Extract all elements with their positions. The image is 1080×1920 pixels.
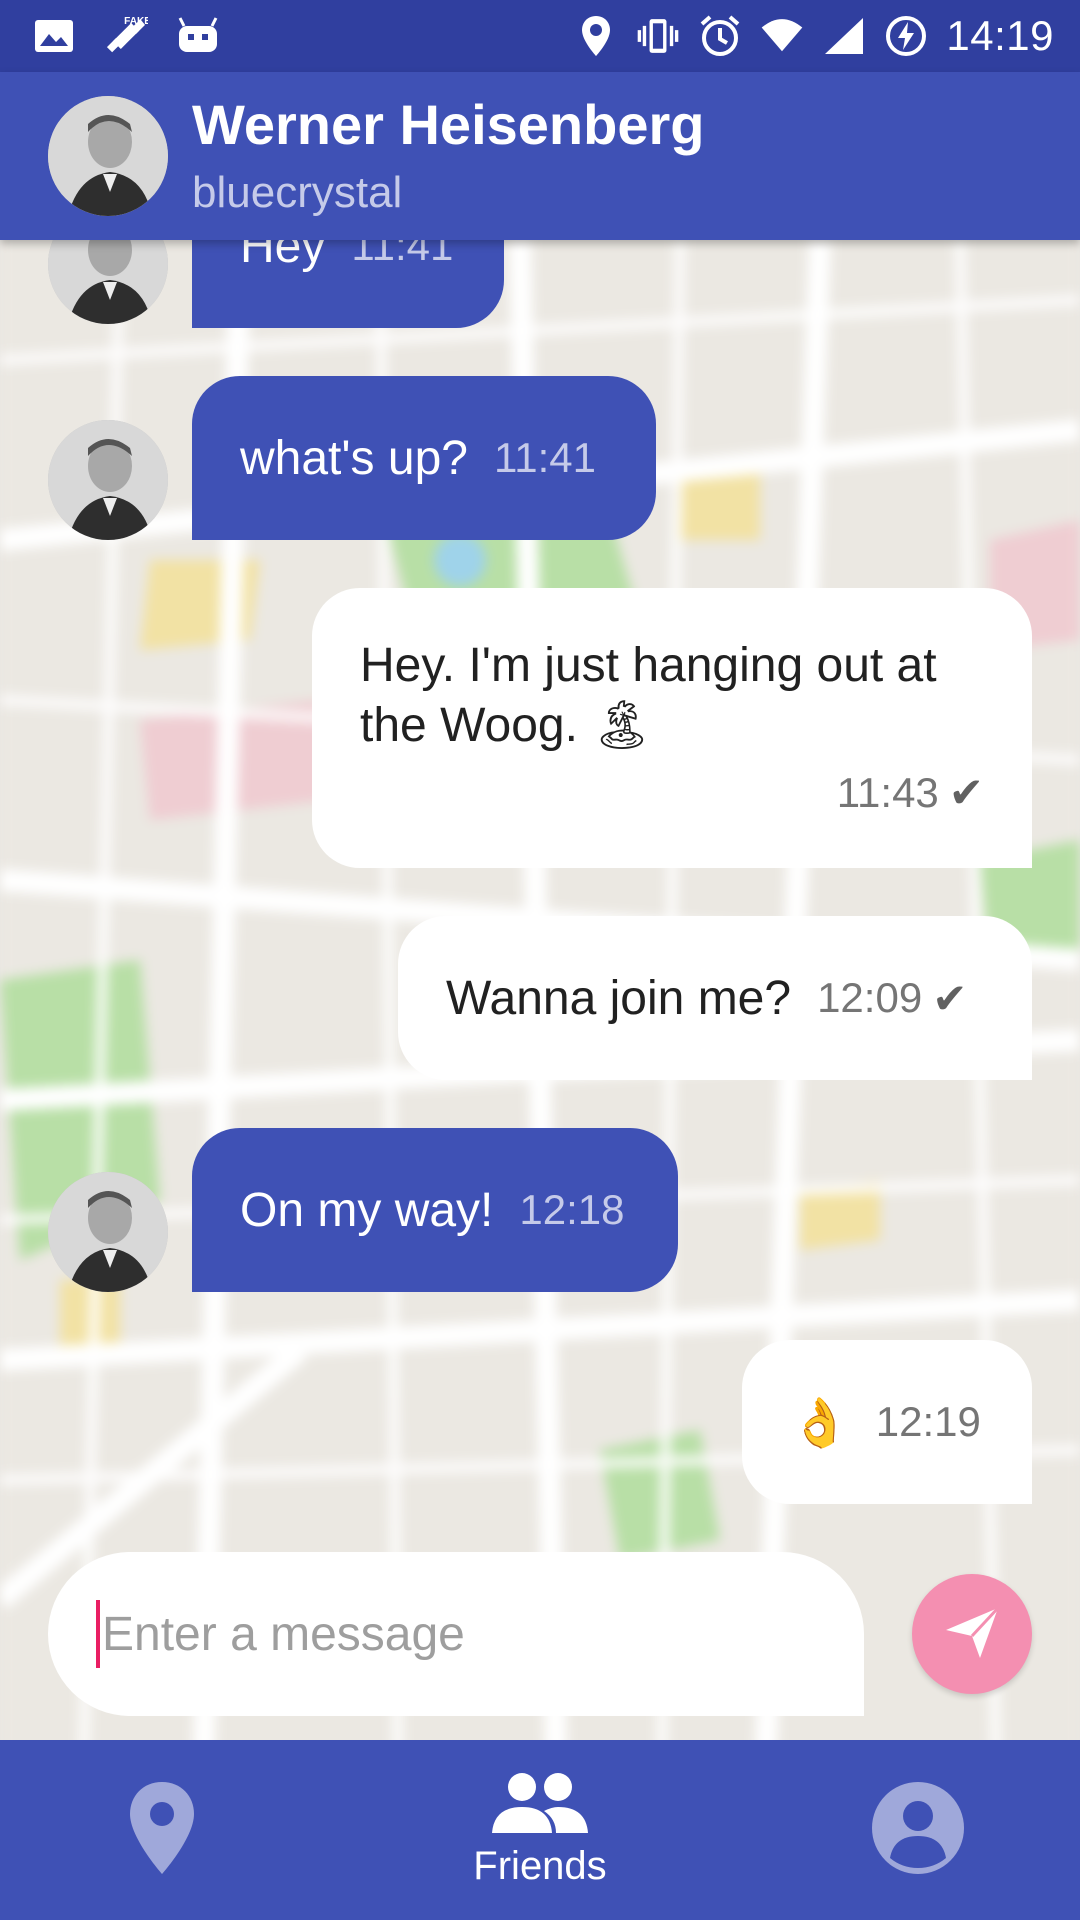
nav-label-friends: Friends — [473, 1844, 607, 1888]
fake-gps-icon: FAKE — [104, 14, 148, 58]
send-icon — [942, 1602, 1002, 1667]
android-debug-icon — [176, 14, 220, 58]
message-text: Hey — [240, 240, 326, 273]
sender-avatar — [48, 240, 168, 324]
message-time: 12:19 — [875, 1398, 981, 1445]
battery-charging-icon — [884, 14, 928, 58]
message-text: On my way! — [240, 1183, 494, 1237]
message-time: 11:41 — [351, 240, 454, 269]
message-text: 👌 — [790, 1396, 850, 1450]
vibrate-icon — [636, 14, 680, 58]
text-cursor — [96, 1600, 100, 1668]
alarm-icon — [698, 14, 742, 58]
sent-check-icon: ✔ — [948, 769, 984, 816]
contact-name: Werner Heisenberg — [192, 93, 705, 156]
nav-item-friends[interactable]: Friends — [440, 1740, 640, 1920]
sent-check-icon: ✔ — [932, 974, 968, 1022]
message-bubble-incoming[interactable]: what's up? 11:41 — [192, 376, 656, 540]
image-icon — [32, 14, 76, 58]
contact-username: bluecrystal — [192, 168, 403, 217]
contact-avatar[interactable] — [48, 96, 168, 216]
message-bubble-outgoing[interactable]: Hey. I'm just hanging out at the Woog. 🏝… — [312, 588, 1032, 868]
message-bubble-incoming[interactable]: On my way! 12:18 — [192, 1128, 678, 1292]
wifi-icon — [760, 14, 804, 58]
message-time: 12:09 — [817, 974, 923, 1021]
message-bubble-outgoing[interactable]: Wanna join me? 12:09 ✔ — [398, 916, 1032, 1080]
message-text: Hey. I'm just hanging out at the Woog. 🏝 — [360, 639, 937, 752]
location-icon — [574, 14, 618, 58]
status-time: 14:19 — [946, 12, 1054, 59]
message-input[interactable]: Enter a message — [48, 1552, 864, 1716]
profile-icon — [870, 1780, 966, 1881]
portrait-image — [48, 96, 168, 216]
message-bubble-incoming[interactable]: Hey 11:41 — [192, 240, 504, 328]
status-bar: FAKE 14:19 — [0, 0, 1080, 72]
sender-avatar — [48, 1172, 168, 1292]
message-text: Wanna join me? — [446, 971, 792, 1025]
message-time: 11:41 — [493, 434, 596, 481]
map-pin-icon — [126, 1780, 198, 1881]
message-time: 12:18 — [519, 1186, 625, 1233]
svg-text:FAKE: FAKE — [124, 16, 148, 27]
message-list[interactable]: Hey 11:41 what's up? 11:41 Hey. I'm just… — [0, 240, 1080, 1740]
nav-item-map[interactable] — [96, 1740, 228, 1920]
friends-icon — [490, 1771, 590, 1840]
send-button[interactable] — [912, 1574, 1032, 1694]
chat-header: Werner Heisenberg bluecrystal — [0, 72, 1080, 240]
message-input-placeholder: Enter a message — [102, 1607, 465, 1661]
nav-item-profile[interactable] — [866, 1740, 970, 1920]
message-time: 11:43 — [836, 768, 939, 816]
bottom-navigation: Friends — [0, 1740, 1080, 1920]
message-text: what's up? — [240, 431, 468, 485]
signal-icon — [822, 14, 866, 58]
message-bubble-outgoing[interactable]: 👌 12:19 — [742, 1340, 1032, 1504]
sender-avatar — [48, 420, 168, 540]
